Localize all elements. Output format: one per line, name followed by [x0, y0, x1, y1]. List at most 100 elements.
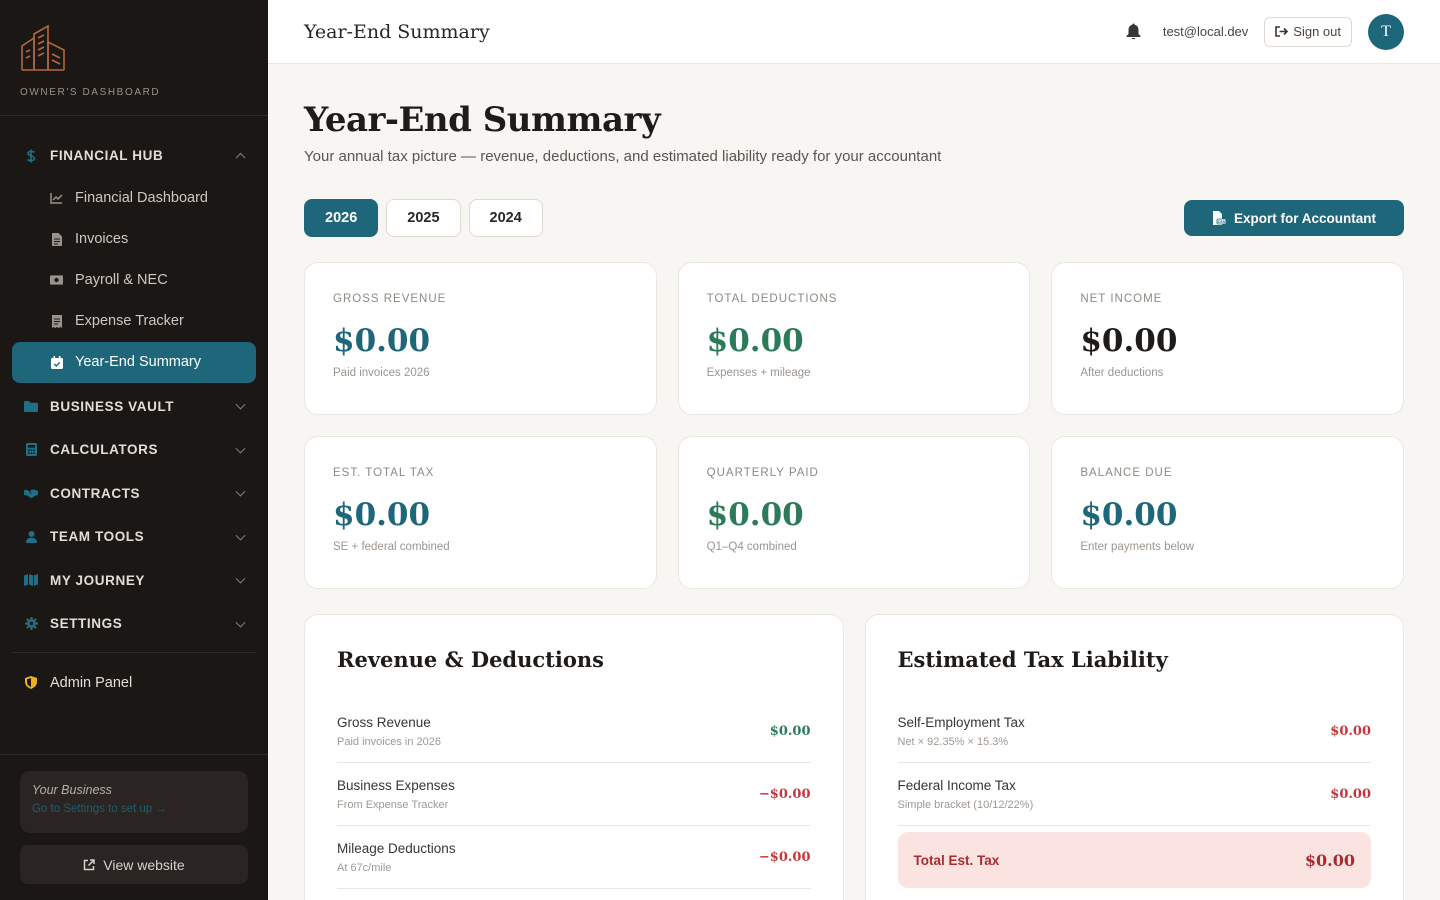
table-row: Gross Revenue Paid invoices in 2026 $0.0… — [337, 700, 811, 763]
total-label: Total Est. Tax — [913, 852, 1000, 868]
page-title: Year-End Summary — [304, 100, 661, 140]
card-balance-due: BALANCE DUE $0.00 Enter payments below — [1051, 436, 1404, 589]
table-row: Business Expenses From Expense Tracker −… — [337, 763, 811, 826]
shield-icon — [24, 676, 38, 690]
year-button-2024[interactable]: 2024 — [468, 199, 543, 237]
sidebar-item-financial-dashboard[interactable]: Financial Dashboard — [12, 178, 256, 219]
row-label: Business Expenses — [337, 777, 455, 793]
document-icon — [50, 232, 63, 246]
sidebar-item-expense-tracker[interactable]: Expense Tracker — [12, 301, 256, 342]
topbar-title: Year-End Summary — [304, 20, 490, 43]
card-label: BALANCE DUE — [1080, 467, 1173, 479]
card-value: $0.00 — [1080, 497, 1178, 533]
card-label: QUARTERLY PAID — [706, 467, 819, 479]
dollar-icon — [24, 149, 38, 163]
card-quarterly-paid: QUARTERLY PAID $0.00 Q1–Q4 combined — [677, 436, 1031, 589]
sign-out-button[interactable]: Sign out — [1264, 16, 1352, 47]
row-value: $0.00 — [1330, 786, 1371, 802]
sidebar-footer: Your Business Go to Settings to set up →… — [0, 754, 268, 900]
chart-icon — [50, 192, 63, 205]
nav-section-label: MY JOURNEY — [50, 572, 146, 588]
card-value: $0.00 — [333, 497, 431, 533]
handshake-icon — [24, 486, 38, 500]
sidebar-item-invoices[interactable]: Invoices — [12, 219, 256, 260]
revenue-deductions-panel: Revenue & Deductions Gross Revenue Paid … — [304, 614, 844, 900]
row-value: −$0.00 — [758, 849, 811, 865]
year-button-2025[interactable]: 2025 — [386, 199, 461, 237]
row-value: $0.00 — [1330, 723, 1371, 739]
card-total-deductions: TOTAL DEDUCTIONS $0.00 Expenses + mileag… — [677, 262, 1031, 415]
card-gross-revenue: GROSS REVENUE $0.00 Paid invoices 2026 — [304, 262, 657, 415]
building-logo-icon[interactable] — [20, 24, 66, 72]
year-button-2026[interactable]: 2026 — [304, 199, 379, 237]
sidebar-item-admin-panel[interactable]: Admin Panel — [0, 661, 268, 705]
nav-section-business-vault[interactable]: BUSINESS VAULT — [0, 385, 268, 429]
card-value: $0.00 — [706, 497, 804, 533]
business-name: Your Business — [32, 783, 112, 797]
brand-label: OWNER'S DASHBOARD — [20, 87, 161, 98]
nav-section-contracts[interactable]: CONTRACTS — [0, 472, 268, 516]
chevron-up-icon — [235, 152, 246, 163]
row-note: Simple bracket (10/12/22%) — [897, 798, 1034, 811]
card-note: Expenses + mileage — [706, 367, 811, 379]
nav-section-settings[interactable]: SETTINGS — [0, 602, 268, 646]
chevron-down-icon — [235, 617, 246, 628]
panel-title: Estimated Tax Liability — [897, 647, 1168, 672]
panel-title: Revenue & Deductions — [337, 647, 604, 672]
card-note: SE + federal combined — [333, 541, 450, 553]
user-email: test@local.dev — [1162, 24, 1249, 39]
nav-section-label: CONTRACTS — [50, 485, 141, 501]
sidebar-item-label: Expense Tracker — [75, 313, 184, 329]
card-value: $0.00 — [333, 323, 431, 359]
financial-hub-items: Financial Dashboard Invoices Payroll & N… — [0, 178, 268, 383]
nav-section-label: CALCULATORS — [50, 442, 159, 458]
sidebar-item-year-end-summary[interactable]: Year-End Summary — [12, 341, 256, 383]
row-label: Self-Employment Tax — [897, 714, 1025, 730]
card-label: EST. TOTAL TAX — [333, 467, 435, 479]
sidebar-item-payroll-nec[interactable]: Payroll & NEC — [12, 260, 256, 301]
nav-section-financial-hub[interactable]: FINANCIAL HUB — [0, 134, 268, 178]
card-value: $0.00 — [706, 323, 804, 359]
bell-icon[interactable] — [1125, 23, 1143, 41]
avatar[interactable]: T — [1368, 13, 1404, 50]
row-value: −$0.00 — [758, 786, 811, 802]
nav-section-calculators[interactable]: CALCULATORS — [0, 428, 268, 472]
sidebar-nav: FINANCIAL HUB Financial Dashboard Invoic… — [0, 116, 268, 705]
row-note: From Expense Tracker — [337, 798, 449, 811]
sidebar: OWNER'S DASHBOARD FINANCIAL HUB Financia… — [0, 0, 268, 900]
total-value: $0.00 — [1304, 850, 1355, 870]
card-label: TOTAL DEDUCTIONS — [706, 293, 838, 305]
main-content: Year-End Summary Your annual tax picture… — [268, 64, 1440, 900]
row-label: Federal Income Tax — [897, 777, 1016, 793]
sign-out-label: Sign out — [1293, 24, 1341, 39]
card-net-income: NET INCOME $0.00 After deductions — [1051, 262, 1404, 415]
user-icon — [24, 530, 38, 544]
admin-panel-label: Admin Panel — [50, 674, 133, 691]
row-value: $0.00 — [769, 723, 811, 739]
nav-section-my-journey[interactable]: MY JOURNEY — [0, 559, 268, 603]
nav-section-label: TEAM TOOLS — [50, 529, 145, 545]
money-icon — [50, 274, 63, 287]
external-link-icon — [83, 858, 96, 871]
nav-section-label: SETTINGS — [50, 616, 123, 632]
chevron-down-icon — [235, 399, 246, 410]
export-for-accountant-button[interactable]: CSV Export for Accountant — [1183, 200, 1404, 236]
gear-icon — [24, 617, 38, 631]
table-row: Mileage Deductions At 67c/mile −$0.00 — [337, 826, 811, 889]
table-row: Self-Employment Tax Net × 92.35% × 15.3%… — [897, 700, 1371, 763]
nav-section-label: FINANCIAL HUB — [50, 148, 164, 164]
nav-section-team-tools[interactable]: TEAM TOOLS — [0, 515, 268, 559]
detail-panels: Revenue & Deductions Gross Revenue Paid … — [304, 614, 1404, 900]
card-value: $0.00 — [1080, 323, 1178, 359]
brand: OWNER'S DASHBOARD — [0, 0, 268, 116]
row-label: Mileage Deductions — [337, 840, 456, 856]
export-label: Export for Accountant — [1233, 210, 1376, 226]
sidebar-item-label: Financial Dashboard — [75, 190, 208, 206]
page-subtitle: Your annual tax picture — revenue, deduc… — [304, 148, 942, 165]
view-website-button[interactable]: View website — [20, 845, 248, 884]
sidebar-item-label: Invoices — [75, 231, 129, 247]
summary-cards: GROSS REVENUE $0.00 Paid invoices 2026 T… — [304, 262, 1404, 589]
settings-setup-link[interactable]: Go to Settings to set up → — [32, 803, 236, 815]
receipt-icon — [50, 314, 63, 328]
chevron-down-icon — [235, 530, 246, 541]
